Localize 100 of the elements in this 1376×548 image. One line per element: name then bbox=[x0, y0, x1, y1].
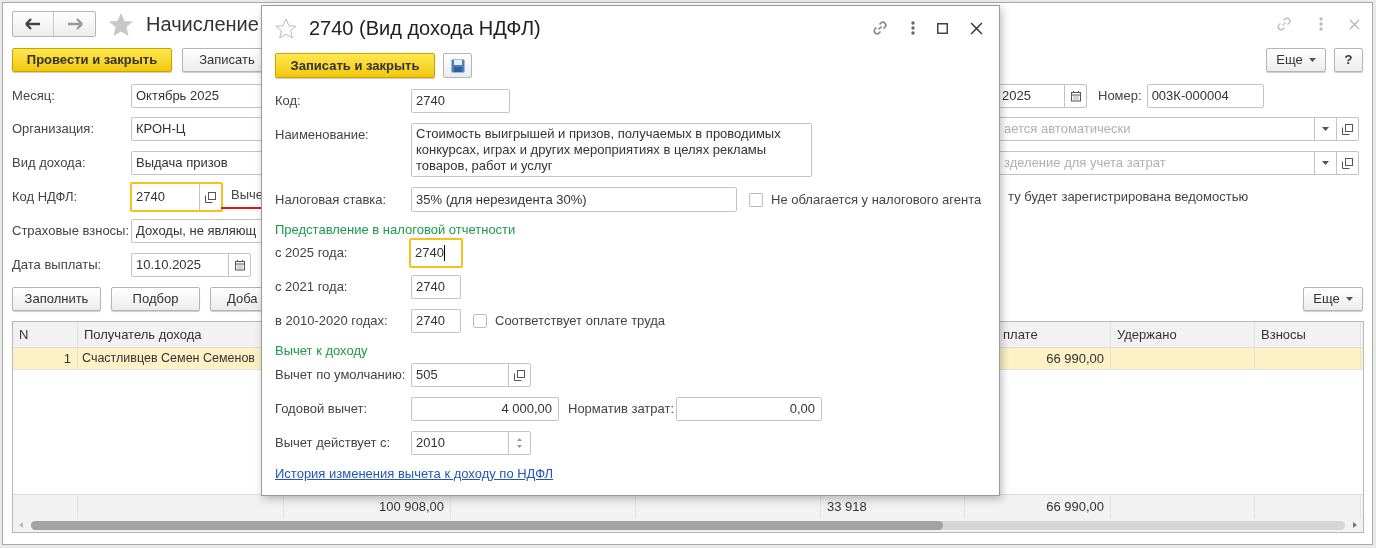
more-icon[interactable] bbox=[911, 21, 915, 35]
open-icon bbox=[1342, 123, 1353, 135]
field-value: 505 bbox=[416, 366, 439, 385]
field-value: 2740 bbox=[416, 92, 445, 111]
field-value: 2740 bbox=[136, 188, 166, 207]
input-field[interactable]: 2010 bbox=[411, 431, 531, 455]
total-cell-text: 33 918 bbox=[827, 497, 867, 516]
save-button[interactable] bbox=[443, 53, 472, 78]
field-label: с 2025 года: bbox=[275, 244, 349, 263]
back-arrow-icon bbox=[25, 18, 41, 30]
field-label: Вычет действует с: bbox=[275, 434, 392, 453]
input-field[interactable]: 0,00 bbox=[676, 397, 822, 421]
table-cell-text: 66 990,00 bbox=[1046, 349, 1104, 368]
placeholder-text: ается автоматически bbox=[1004, 120, 1132, 139]
table-cell-text: 1 bbox=[63, 349, 71, 368]
action-button[interactable]: ? bbox=[1334, 48, 1363, 72]
column-header: Получатель дохода bbox=[84, 325, 202, 344]
caret-icon bbox=[1322, 161, 1329, 165]
field-label: Вид дохода: bbox=[12, 154, 87, 173]
caret-icon bbox=[1345, 297, 1353, 301]
calendar-icon bbox=[233, 259, 246, 271]
field-value: Октябрь 2025 bbox=[136, 87, 219, 106]
column-header: Удержано bbox=[1117, 325, 1177, 344]
action-button[interactable]: Заполнить bbox=[12, 287, 101, 311]
field-label: в 2010-2020 годах: bbox=[275, 312, 389, 331]
calendar-icon bbox=[1069, 90, 1082, 102]
field-label: Выче bbox=[231, 188, 264, 201]
checkbox[interactable] bbox=[473, 314, 487, 328]
link-icon[interactable] bbox=[871, 19, 889, 37]
star-icon[interactable] bbox=[275, 17, 297, 39]
close-icon[interactable] bbox=[970, 21, 983, 35]
field-label: Налоговая ставка: bbox=[275, 190, 388, 209]
field-label: Код: bbox=[275, 92, 302, 111]
more-button[interactable]: Еще bbox=[1266, 48, 1326, 72]
field-value: 10.10.2025 bbox=[136, 256, 203, 275]
open-icon bbox=[1342, 157, 1353, 169]
input-field[interactable]: 2740 bbox=[130, 182, 223, 212]
field-value: 2740 bbox=[416, 278, 445, 297]
field-value: 2025 bbox=[1002, 87, 1032, 106]
checkbox-label: Соответствует оплате труда bbox=[495, 312, 666, 331]
field-value: Выдача призов bbox=[136, 154, 228, 173]
field-value: 2740 bbox=[415, 244, 444, 263]
up-icon bbox=[517, 438, 522, 441]
field-label: Месяц: bbox=[12, 87, 56, 106]
field-label: Годовой вычет: bbox=[275, 400, 369, 419]
scrollbar-thumb[interactable] bbox=[31, 520, 943, 530]
open-icon bbox=[205, 191, 216, 203]
field-label: Организация: bbox=[12, 120, 96, 139]
column-header: Взносы bbox=[1261, 325, 1306, 344]
table-cell-text: Счастливцев Семен Семенов bbox=[82, 350, 255, 368]
field-label: Код НДФЛ: bbox=[12, 188, 79, 207]
input-field[interactable]: 003К-000004 bbox=[1146, 84, 1264, 108]
save-icon bbox=[450, 58, 465, 73]
action-button[interactable]: Записать и закрыть bbox=[275, 53, 435, 78]
input-field[interactable]: 4 000,00 bbox=[411, 397, 559, 421]
input-field[interactable]: 35% (для нерезидента 30%) bbox=[411, 187, 737, 212]
text-cursor bbox=[443, 245, 445, 261]
input-field[interactable]: 2740 bbox=[411, 309, 461, 333]
field-label: Вычет по умолчанию: bbox=[275, 366, 407, 385]
caret-icon bbox=[1322, 127, 1329, 131]
field-value: 2740 bbox=[416, 312, 445, 331]
action-button[interactable]: Подбор bbox=[111, 287, 200, 311]
input-field[interactable]: 2740 bbox=[411, 89, 510, 113]
forward-arrow-icon bbox=[66, 18, 83, 30]
placeholder-text: зделение для учета затрат bbox=[1004, 154, 1167, 173]
field-value: 35% (для нерезидента 30%) bbox=[416, 190, 587, 209]
section-heading: Вычет к доходу bbox=[275, 344, 369, 358]
note-text: ту будет зарегистрирована ведомостью bbox=[1008, 188, 1249, 207]
total-cell-text: 100 908,00 bbox=[378, 497, 444, 516]
history-link[interactable]: История изменения вычета к доходу по НДФЛ bbox=[275, 467, 554, 481]
open-icon bbox=[514, 369, 525, 381]
field-value: 4 000,00 bbox=[501, 400, 552, 419]
field-value: Доходы, не являющ bbox=[136, 222, 257, 241]
input-field[interactable]: 505 bbox=[411, 363, 531, 387]
down-icon bbox=[517, 445, 522, 448]
field-value: КРОН-Ц bbox=[136, 120, 186, 139]
total-cell-text: 66 990,00 bbox=[1046, 497, 1104, 516]
caret-icon bbox=[1308, 58, 1316, 62]
column-header: N bbox=[19, 325, 29, 344]
field-label: Страховые взносы: bbox=[12, 222, 131, 241]
input-field[interactable]: 2740 bbox=[411, 275, 461, 299]
input-field[interactable]: 10.10.2025 bbox=[131, 253, 251, 277]
dialog-title: 2740 (Вид дохода НДФЛ) bbox=[309, 16, 541, 41]
checkbox[interactable] bbox=[749, 192, 763, 207]
field-value: 003К-000004 bbox=[1151, 87, 1229, 106]
action-button[interactable]: Провести и закрыть bbox=[12, 48, 172, 72]
checkbox-label: Не облагается у налогового агента bbox=[771, 190, 982, 209]
window-title: Начисление bbox=[146, 12, 259, 37]
star-icon[interactable] bbox=[108, 11, 134, 37]
scroll-right-icon[interactable] bbox=[1353, 522, 1357, 528]
column-header: плате bbox=[1003, 325, 1038, 344]
text-area[interactable]: Стоимость выигрышей и призов, получаемых в проводимых конкурсах, играх и других мероприятиях в целях рекламы товаров, работ и услуг bbox=[411, 123, 812, 177]
field-label: Номер: bbox=[1098, 87, 1142, 106]
field-label: Дата выплаты: bbox=[12, 256, 103, 275]
field-value: 0,00 bbox=[789, 400, 815, 419]
input-field[interactable]: 2740 bbox=[409, 238, 463, 268]
field-value: 2010 bbox=[416, 434, 446, 453]
field-label: Норматив затрат: bbox=[568, 400, 676, 419]
more-button[interactable]: Еще bbox=[1303, 287, 1363, 311]
maximize-icon[interactable] bbox=[937, 22, 948, 34]
